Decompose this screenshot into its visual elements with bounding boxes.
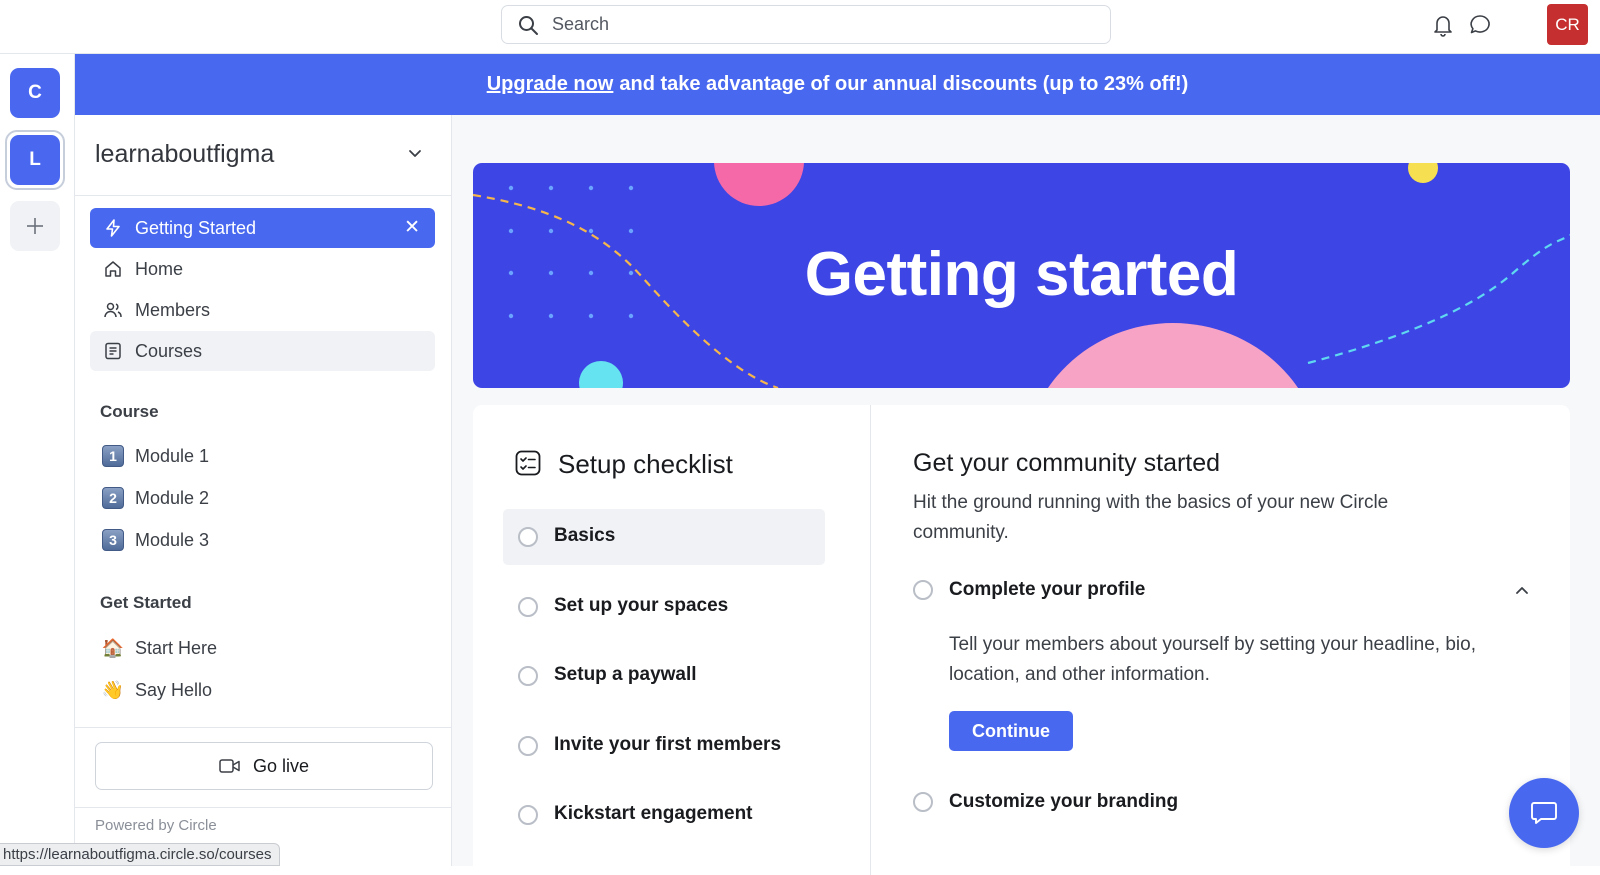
checklist-item-engagement[interactable]: Kickstart engagement: [503, 787, 825, 843]
sidebar-item-label: Module 3: [135, 530, 210, 550]
module-1-badge: 1: [102, 445, 124, 467]
checkbox-circle[interactable]: [518, 597, 538, 617]
search-input[interactable]: [552, 6, 1092, 43]
members-icon: [102, 299, 124, 321]
go-live-label: Go live: [252, 755, 310, 776]
chat-icon: [1531, 802, 1557, 824]
wave-emoji-icon: 👋: [101, 679, 125, 700]
courses-icon: [102, 340, 124, 362]
user-avatar[interactable]: CR: [1547, 4, 1588, 45]
checklist-item-label: Invite your first members: [554, 734, 782, 755]
sidebar-item-label: Module 1: [135, 446, 210, 466]
checklist-title: Setup checklist: [558, 449, 733, 479]
module-2-badge: 2: [102, 487, 124, 509]
checklist-item-paywall[interactable]: Setup a paywall: [503, 648, 825, 704]
checkbox-circle[interactable]: [518, 736, 538, 756]
top-header: CR: [0, 0, 1600, 54]
sidebar-item-module-3[interactable]: 3 Module 3: [90, 520, 435, 560]
community-name[interactable]: learnaboutfigma: [95, 140, 274, 169]
sidebar-item-label: Module 2: [135, 488, 210, 508]
sidebar-item-module-1[interactable]: 1 Module 1: [90, 436, 435, 476]
task-checkbox-circle[interactable]: [913, 792, 933, 812]
setup-panel: Setup checklist Basics Set up your space…: [473, 405, 1570, 875]
checkbox-circle[interactable]: [518, 805, 538, 825]
sidebar: learnaboutfigma Getting Started ✕ Home M…: [75, 115, 452, 866]
sidebar-divider: [75, 807, 451, 808]
sidebar-item-label: Getting Started: [135, 218, 257, 238]
community-switch-c[interactable]: C: [10, 68, 60, 118]
sidebar-item-label: Say Hello: [135, 680, 213, 700]
checklist-item-label: Set up your spaces: [554, 595, 729, 616]
sidebar-item-courses[interactable]: Courses: [90, 331, 435, 371]
go-live-button[interactable]: Go live: [95, 742, 433, 790]
chat-widget-button[interactable]: [1509, 778, 1579, 848]
lightning-icon: [102, 217, 124, 239]
checklist-item-basics[interactable]: Basics: [503, 509, 825, 565]
task-description: Tell your members about yourself by sett…: [949, 634, 1476, 685]
keycap-2-icon: 2: [102, 487, 124, 509]
checklist-item-invite[interactable]: Invite your first members: [503, 718, 825, 774]
add-community-button[interactable]: [10, 201, 60, 251]
checklist-item-spaces[interactable]: Set up your spaces: [503, 579, 825, 635]
plus-icon: [27, 218, 43, 234]
upgrade-banner-text: and take advantage of our annual discoun…: [619, 73, 1189, 95]
panel-divider: [870, 405, 871, 875]
sidebar-item-members[interactable]: Members: [90, 290, 435, 330]
checklist-icon: [515, 450, 541, 481]
task-label: Customize your branding: [949, 791, 1179, 812]
close-icon[interactable]: ✕: [404, 216, 420, 239]
section-title-get-started: Get Started: [100, 593, 192, 612]
sidebar-item-start-here[interactable]: 🏠 Start Here: [90, 628, 435, 668]
task-checkbox-circle[interactable]: [913, 580, 933, 600]
sidebar-item-say-hello[interactable]: 👋 Say Hello: [90, 670, 435, 710]
status-bar-url: https://learnaboutfigma.circle.so/course…: [0, 843, 281, 866]
sidebar-item-label: Courses: [135, 341, 203, 361]
sidebar-divider: [75, 195, 451, 196]
bell-icon[interactable]: [1432, 13, 1454, 42]
task-label: Complete your profile: [949, 579, 1146, 600]
continue-button[interactable]: Continue: [949, 711, 1073, 751]
checklist-item-label: Setup a paywall: [554, 664, 697, 685]
keycap-1-icon: 1: [102, 445, 124, 467]
house-emoji-icon: 🏠: [101, 637, 125, 658]
checklist-item-label: Kickstart engagement: [554, 803, 753, 824]
search-icon: [518, 15, 539, 41]
detail-title: Get your community started: [913, 449, 1221, 477]
upgrade-banner: Upgrade now and take advantage of our an…: [75, 54, 1600, 115]
sidebar-item-label: Home: [135, 259, 184, 279]
search-bar[interactable]: [501, 5, 1111, 44]
sidebar-item-module-2[interactable]: 2 Module 2: [90, 478, 435, 518]
community-switch-l[interactable]: L: [10, 135, 60, 185]
section-title-course: Course: [100, 402, 159, 421]
module-3-badge: 3: [102, 529, 124, 551]
chevron-down-icon[interactable]: [407, 145, 423, 166]
checklist-item-label: Basics: [554, 525, 616, 546]
chevron-up-icon[interactable]: [1514, 583, 1530, 604]
upgrade-now-link[interactable]: Upgrade now: [487, 73, 614, 96]
video-camera-icon: [219, 758, 241, 774]
sidebar-item-label: Members: [135, 300, 211, 320]
sidebar-item-home[interactable]: Home: [90, 249, 435, 289]
detail-description: Hit the ground running with the basics o…: [913, 492, 1389, 543]
hero-title: Getting started: [804, 240, 1239, 309]
chat-bubble-icon[interactable]: [1468, 13, 1492, 42]
checkbox-circle[interactable]: [518, 527, 538, 547]
checkbox-circle[interactable]: [518, 666, 538, 686]
powered-by-text[interactable]: Powered by Circle: [95, 817, 217, 834]
community-rail: C L: [0, 54, 75, 866]
home-icon: [102, 258, 124, 280]
sidebar-item-label: Start Here: [135, 638, 218, 658]
keycap-3-icon: 3: [102, 529, 124, 551]
sidebar-divider: [75, 727, 451, 728]
sidebar-item-getting-started[interactable]: Getting Started ✕: [90, 208, 435, 248]
hero-banner: Getting started: [473, 163, 1570, 388]
